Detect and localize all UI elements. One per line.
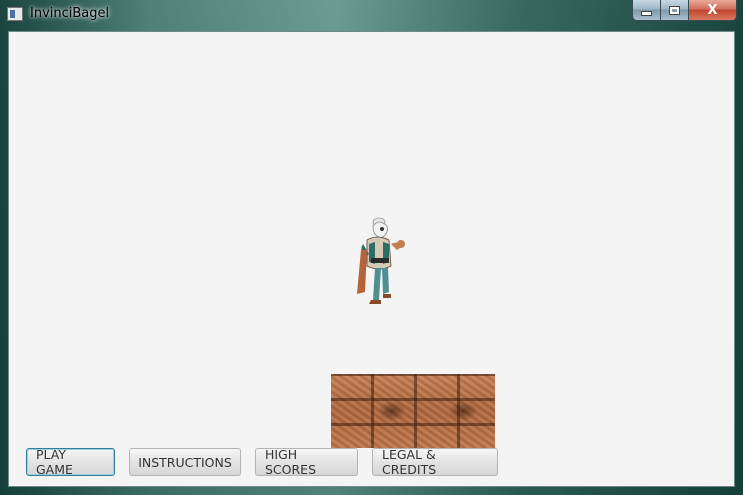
play-game-button[interactable]: PLAY GAME (26, 447, 115, 477)
instructions-button[interactable]: INSTRUCTIONS (129, 448, 241, 476)
legal-credits-button[interactable]: LEGAL & CREDITS (372, 447, 498, 477)
maximize-icon (669, 5, 680, 15)
app-icon (7, 7, 23, 21)
menu-button-bar: PLAY GAME INSTRUCTIONS HIGH SCORES LEGAL… (26, 447, 498, 478)
minimize-icon (641, 11, 652, 16)
player-sprite (357, 217, 405, 304)
high-scores-button[interactable]: HIGH SCORES (255, 447, 358, 477)
brick-block (331, 374, 495, 448)
game-stage[interactable]: PLAY GAME INSTRUCTIONS HIGH SCORES LEGAL… (8, 31, 735, 487)
window-title: InvinciBagel (30, 6, 110, 21)
close-button[interactable]: X (689, 0, 736, 20)
maximize-button[interactable] (661, 0, 689, 20)
brick-texture (331, 374, 495, 448)
close-icon: X (707, 2, 718, 18)
title-bar[interactable]: InvinciBagel X (0, 0, 743, 30)
window-controls: X (632, 0, 737, 21)
minimize-button[interactable] (633, 0, 661, 20)
